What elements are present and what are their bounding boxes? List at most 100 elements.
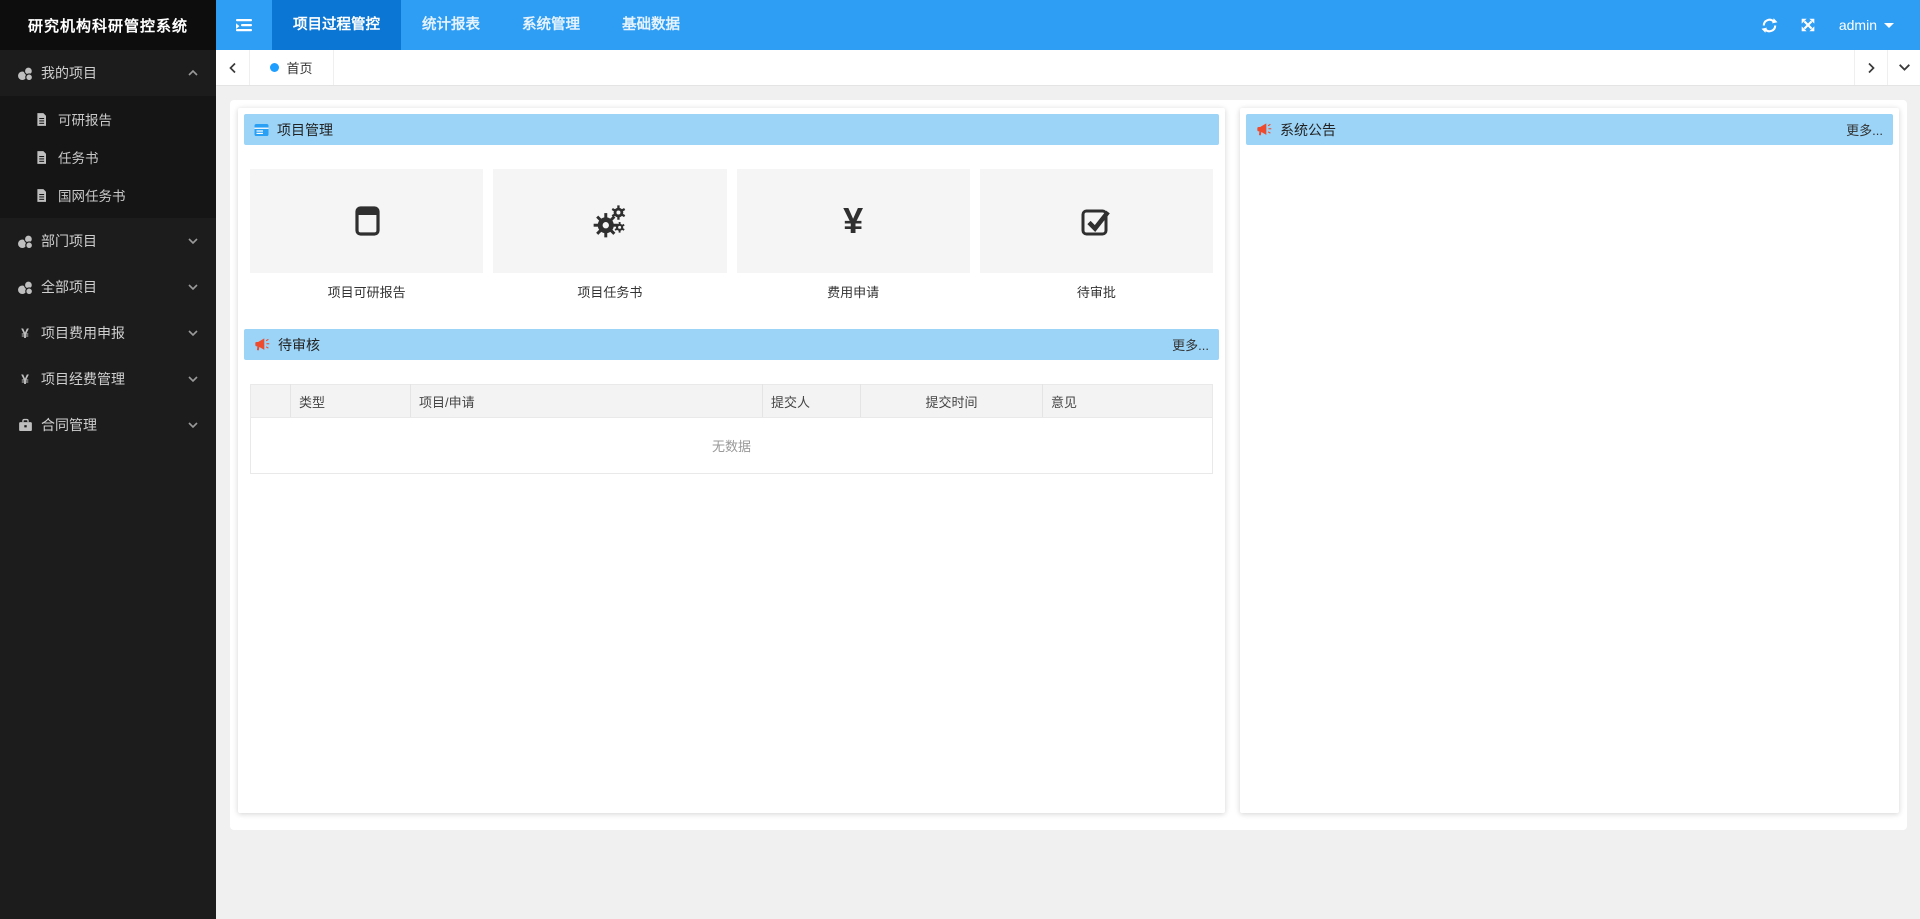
tab-scroll-left-button[interactable] bbox=[216, 50, 250, 85]
card-expense-apply[interactable]: ¥ 费用申请 bbox=[736, 169, 970, 301]
fullscreen-icon[interactable] bbox=[1789, 0, 1827, 50]
nav-item-system-mgmt[interactable]: 系统管理 bbox=[501, 0, 601, 50]
hamburger-icon[interactable] bbox=[216, 0, 272, 50]
user-menu[interactable]: admin bbox=[1839, 17, 1894, 33]
sidebar-item-label: 任务书 bbox=[58, 151, 99, 166]
sidebar: 研究机构科研管控系统 我的项目 可研报告 任务书 国网任务书 部门项目 全部项目… bbox=[0, 0, 216, 919]
sidebar-item-label: 全部项目 bbox=[41, 279, 97, 295]
document-icon bbox=[33, 188, 49, 203]
sidebar-item-all-projects[interactable]: 全部项目 bbox=[0, 264, 216, 310]
username: admin bbox=[1838, 17, 1877, 33]
chevron-down-icon bbox=[186, 326, 200, 340]
document-icon bbox=[33, 150, 49, 165]
chevron-down-icon bbox=[186, 418, 200, 432]
sidebar-item-dept-projects[interactable]: 部门项目 bbox=[0, 218, 216, 264]
sidebar-item-my-projects[interactable]: 我的项目 bbox=[0, 50, 216, 96]
content-area: 项目管理 项目可研报告 项目任务书 ¥ 费用申请 待审批 待审核 更多... 类… bbox=[216, 86, 1920, 919]
briefcase-icon bbox=[16, 417, 34, 434]
nav-item-statistics[interactable]: 统计报表 bbox=[401, 0, 501, 50]
sidebar-item-funds-mgmt[interactable]: ¥ 项目经费管理 bbox=[0, 356, 216, 402]
tab-scroll-right-button[interactable] bbox=[1854, 50, 1887, 85]
empty-state: 无数据 bbox=[711, 439, 751, 454]
sidebar-item-feasibility-report[interactable]: 可研报告 bbox=[0, 100, 216, 138]
chevron-down-icon bbox=[186, 234, 200, 248]
sidebar-item-label: 项目经费管理 bbox=[41, 371, 125, 387]
tab-bar: 首页 bbox=[216, 50, 1920, 86]
top-menu: 项目过程管控 统计报表 系统管理 基础数据 bbox=[272, 0, 701, 50]
panel-title: 待审核 bbox=[278, 336, 320, 353]
yen-icon: ¥ bbox=[843, 200, 864, 241]
sidebar-item-state-grid-task-book[interactable]: 国网任务书 bbox=[0, 176, 216, 214]
top-navbar: 项目过程管控 统计报表 系统管理 基础数据 admin bbox=[216, 0, 1920, 50]
card-task-book[interactable]: 项目任务书 bbox=[493, 169, 727, 301]
sidebar-menu: 我的项目 可研报告 任务书 国网任务书 部门项目 全部项目 ¥ 项目费用申报 ¥… bbox=[0, 50, 216, 448]
empty-row: 无数据 bbox=[251, 418, 1213, 474]
navbar-right: admin bbox=[1751, 0, 1920, 50]
card-label: 项目任务书 bbox=[577, 285, 643, 300]
panel-title: 项目管理 bbox=[277, 121, 333, 138]
nav-item-base-data[interactable]: 基础数据 bbox=[601, 0, 701, 50]
col-project-application: 项目/申请 bbox=[410, 384, 763, 418]
megaphone-icon bbox=[254, 337, 270, 353]
col-select bbox=[250, 384, 291, 418]
projects-cluster-icon bbox=[16, 64, 34, 83]
table-header-row: 类型 项目/申请 提交人 提交时间 意见 bbox=[250, 384, 1213, 418]
sidebar-item-expense-declare[interactable]: ¥ 项目费用申报 bbox=[0, 310, 216, 356]
sidebar-item-label: 合同管理 bbox=[41, 417, 97, 433]
sidebar-item-label: 项目费用申报 bbox=[41, 325, 125, 341]
megaphone-icon bbox=[1256, 122, 1272, 138]
check-square-icon bbox=[1078, 203, 1114, 239]
card-label: 项目可研报告 bbox=[327, 285, 406, 300]
sidebar-item-task-book[interactable]: 任务书 bbox=[0, 138, 216, 176]
yen-icon: ¥ bbox=[21, 325, 29, 341]
col-type: 类型 bbox=[290, 384, 411, 418]
projects-cluster-icon bbox=[16, 232, 34, 251]
nav-item-project-process[interactable]: 项目过程管控 bbox=[272, 0, 401, 50]
document-icon bbox=[33, 112, 49, 127]
shortcut-cards: 项目可研报告 项目任务书 ¥ 费用申请 待审批 bbox=[250, 169, 1213, 301]
sidebar-item-label: 我的项目 bbox=[41, 65, 97, 81]
caret-down-icon bbox=[1884, 22, 1894, 28]
card-box bbox=[979, 169, 1213, 273]
sidebar-submenu-my-projects: 可研报告 任务书 国网任务书 bbox=[0, 96, 216, 218]
col-opinion: 意见 bbox=[1042, 384, 1213, 418]
content-wrapper: 项目管理 项目可研报告 项目任务书 ¥ 费用申请 待审批 待审核 更多... 类… bbox=[230, 100, 1907, 830]
refresh-icon[interactable] bbox=[1751, 0, 1789, 50]
chevron-down-icon bbox=[186, 280, 200, 294]
announcements-header: 系统公告 更多... bbox=[1246, 114, 1893, 145]
tabbar-spacer bbox=[334, 50, 1854, 85]
cogs-icon bbox=[591, 202, 629, 240]
left-panel: 项目管理 项目可研报告 项目任务书 ¥ 费用申请 待审批 待审核 更多... 类… bbox=[238, 108, 1225, 813]
sidebar-item-label: 可研报告 bbox=[58, 113, 112, 128]
sidebar-item-label: 部门项目 bbox=[41, 233, 97, 249]
card-label: 费用申请 bbox=[827, 285, 880, 300]
pending-review-header: 待审核 更多... bbox=[244, 329, 1219, 360]
panel-title: 系统公告 bbox=[1280, 121, 1336, 138]
yen-icon: ¥ bbox=[21, 371, 29, 387]
sidebar-item-label: 国网任务书 bbox=[58, 189, 126, 204]
card-box bbox=[493, 169, 727, 273]
projects-cluster-icon bbox=[16, 278, 34, 297]
tab-home[interactable]: 首页 bbox=[250, 50, 334, 85]
card-pending-approval[interactable]: 待审批 bbox=[979, 169, 1213, 301]
app-title: 研究机构科研管控系统 bbox=[0, 0, 216, 50]
project-mgmt-header: 项目管理 bbox=[244, 114, 1219, 145]
window-maximize-icon bbox=[349, 203, 385, 239]
card-box bbox=[250, 169, 484, 273]
announcements-more-link[interactable]: 更多... bbox=[1846, 120, 1883, 139]
active-tab-dot-icon bbox=[270, 63, 280, 72]
card-label: 待审批 bbox=[1076, 285, 1116, 300]
card-feasibility-report[interactable]: 项目可研报告 bbox=[250, 169, 484, 301]
tab-menu-dropdown-button[interactable] bbox=[1887, 50, 1920, 85]
col-submit-time: 提交时间 bbox=[860, 384, 1043, 418]
chevron-up-icon bbox=[186, 66, 200, 80]
pending-review-table: 类型 项目/申请 提交人 提交时间 意见 无数据 bbox=[250, 384, 1213, 474]
card-box: ¥ bbox=[736, 169, 970, 273]
pending-review-more-link[interactable]: 更多... bbox=[1172, 335, 1209, 354]
app-root: 研究机构科研管控系统 我的项目 可研报告 任务书 国网任务书 部门项目 全部项目… bbox=[0, 0, 1920, 919]
chevron-down-icon bbox=[186, 372, 200, 386]
main-area: 项目过程管控 统计报表 系统管理 基础数据 admin 首页 项目管理 项目可研… bbox=[216, 0, 1920, 919]
col-submitter: 提交人 bbox=[762, 384, 861, 418]
sidebar-item-contract-mgmt[interactable]: 合同管理 bbox=[0, 402, 216, 448]
window-list-icon bbox=[254, 123, 269, 137]
